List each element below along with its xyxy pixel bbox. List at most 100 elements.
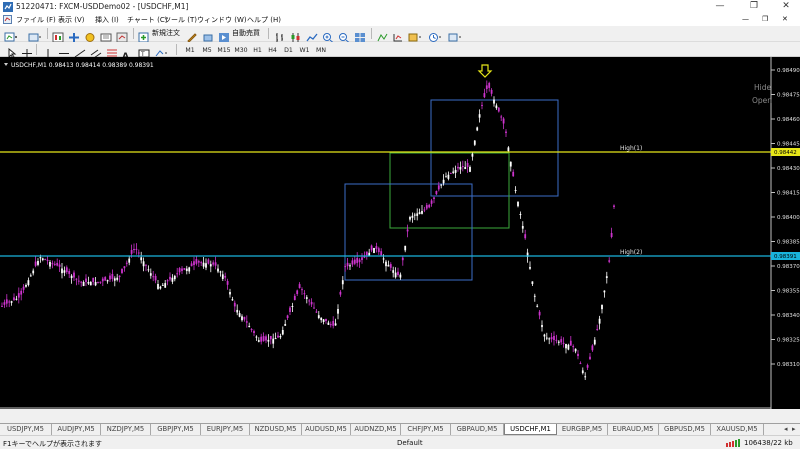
chart-tab[interactable]: GBPJPY,M5 [151, 424, 201, 435]
chart-tab[interactable]: EURJPY,M5 [201, 424, 250, 435]
chart-tab[interactable]: USDJPY,M5 [0, 424, 52, 435]
indicators-icon[interactable] [408, 28, 421, 42]
open-button[interactable]: Open [752, 96, 772, 105]
cursor-icon[interactable] [6, 44, 18, 59]
timeframe-m30[interactable]: M30 [232, 44, 250, 55]
chart-scrollbar[interactable] [0, 411, 800, 423]
text-tool-icon[interactable]: A [122, 44, 134, 62]
text-label-icon[interactable]: T [138, 44, 150, 58]
timeframe-h4[interactable]: H4 [265, 44, 280, 55]
candle-body [305, 297, 308, 299]
new-order-button[interactable]: 新規注文 [152, 28, 180, 38]
equidistant-channel-icon[interactable] [90, 44, 102, 59]
child-close-button[interactable]: ✕ [782, 15, 788, 23]
menu-view[interactable]: 表示 (V) [58, 15, 84, 25]
candle-body [514, 190, 517, 191]
chart-canvas[interactable]: USDCHF,M1 0.98413 0.98414 0.98389 0.9839… [0, 57, 800, 409]
chart-tab[interactable]: CHFJPY,M5 [401, 424, 451, 435]
chart-tab[interactable]: AUDNZD,M5 [351, 424, 401, 435]
arrows-icon[interactable] [154, 44, 167, 57]
candlestick-chart-icon[interactable] [290, 28, 302, 42]
timeframe-w1[interactable]: W1 [297, 44, 312, 55]
candle-body [560, 339, 563, 343]
menu-file[interactable]: ファイル (F) [16, 15, 56, 25]
fibonacci-icon[interactable] [106, 44, 118, 57]
candle-body [209, 264, 212, 267]
timeframe-m1[interactable]: M1 [182, 44, 198, 55]
new-order-icon[interactable] [138, 28, 150, 43]
chart-tab[interactable]: NZDJPY,M5 [101, 424, 151, 435]
candle-body [435, 190, 438, 195]
strategy-tester-icon[interactable] [116, 28, 128, 43]
timeframe-d1[interactable]: D1 [281, 44, 296, 55]
restore-button[interactable]: ❐ [740, 0, 768, 14]
candle-body [325, 318, 327, 321]
line-chart-icon[interactable] [306, 28, 318, 42]
meta-editor-icon[interactable] [186, 28, 198, 43]
zoom-out-icon[interactable] [338, 28, 350, 43]
terminal-icon[interactable] [100, 28, 112, 42]
range-box-blue-top[interactable] [430, 99, 559, 197]
menu-chart[interactable]: チャート (C) [127, 15, 168, 25]
hide-button[interactable]: Hide [754, 83, 771, 92]
chart-tab[interactable]: GBPUSD,M5 [659, 424, 711, 435]
status-bar: F1キーでヘルプが表示されます Default 106438/22 kb [0, 435, 800, 449]
child-restore-button[interactable]: ❐ [762, 15, 768, 23]
candle-body [10, 301, 13, 303]
bar-chart-icon[interactable] [274, 28, 286, 42]
menu-help[interactable]: ヘルプ (H) [247, 15, 281, 25]
tab-scroll-right-icon[interactable]: ▸ [792, 425, 799, 434]
autoscroll-icon[interactable] [376, 28, 388, 42]
close-button[interactable]: ✕ [772, 0, 800, 14]
new-chart-icon[interactable] [4, 28, 17, 42]
child-minimize-button[interactable]: — [742, 15, 749, 23]
timeframe-h1[interactable]: H1 [250, 44, 265, 55]
range-box-green[interactable] [389, 152, 510, 229]
timeframe-m5[interactable]: M5 [199, 44, 215, 55]
tab-scroll-left-icon[interactable]: ◂ [784, 425, 791, 434]
candle-body [382, 258, 385, 260]
templates-icon[interactable] [448, 28, 461, 42]
chart-tab[interactable]: GBPAUD,M5 [451, 424, 504, 435]
chart-tab[interactable]: USDCHF,M1 [504, 424, 557, 435]
horizontal-line-icon[interactable] [58, 44, 70, 55]
trendline-icon[interactable] [74, 44, 86, 58]
auto-trading-button[interactable]: 自動売買 [232, 28, 260, 38]
data-window-icon[interactable] [68, 28, 80, 42]
menu-window[interactable]: ウィンドウ (W) [197, 15, 247, 25]
candle-body [332, 320, 335, 326]
minimize-button[interactable]: — [706, 0, 734, 14]
chart-window-icon[interactable] [3, 15, 12, 24]
toolbar-separator [36, 44, 37, 55]
candle-body [447, 174, 450, 179]
profiles-icon[interactable] [28, 28, 41, 42]
menu-insert[interactable]: 挿入 (I) [95, 15, 119, 25]
chart-tab[interactable]: AUDJPY,M5 [52, 424, 101, 435]
timeframe-mn[interactable]: MN [313, 44, 329, 55]
zoom-in-icon[interactable] [322, 28, 334, 43]
vertical-line-icon[interactable] [42, 44, 54, 58]
navigator-icon[interactable] [84, 28, 96, 42]
price-tick-label: 0.98400 [777, 215, 800, 221]
signals-icon[interactable] [202, 28, 214, 42]
chart-tab[interactable]: XAUUSD,M5 [711, 424, 764, 435]
tile-windows-icon[interactable] [354, 28, 366, 42]
crosshair-icon[interactable] [21, 44, 33, 58]
range-box-blue-bottom[interactable] [344, 183, 473, 281]
price-chart[interactable]: USDCHF,M1 0.98413 0.98414 0.98389 0.9839… [0, 57, 800, 409]
periods-icon[interactable] [428, 28, 441, 42]
title-bar: 51220471: FXCM-USDDemo02 - [USDCHF,M1] —… [0, 0, 800, 14]
candle-body [437, 185, 440, 190]
timeframe-m15[interactable]: M15 [215, 44, 233, 55]
chart-tab[interactable]: EURAUD,M5 [608, 424, 659, 435]
chart-shift-icon[interactable] [392, 28, 404, 42]
chart-tab[interactable]: EURGBP,M5 [557, 424, 608, 435]
candle-body [1, 305, 3, 307]
auto-trading-icon[interactable] [218, 28, 230, 42]
chart-tab[interactable]: NZDUSD,M5 [250, 424, 302, 435]
menu-tools[interactable]: ツール (T) [164, 15, 197, 25]
market-watch-icon[interactable] [52, 28, 64, 43]
candle-body [157, 284, 159, 289]
chart-tab[interactable]: AUDUSD,M5 [302, 424, 351, 435]
candle-body [416, 213, 419, 216]
